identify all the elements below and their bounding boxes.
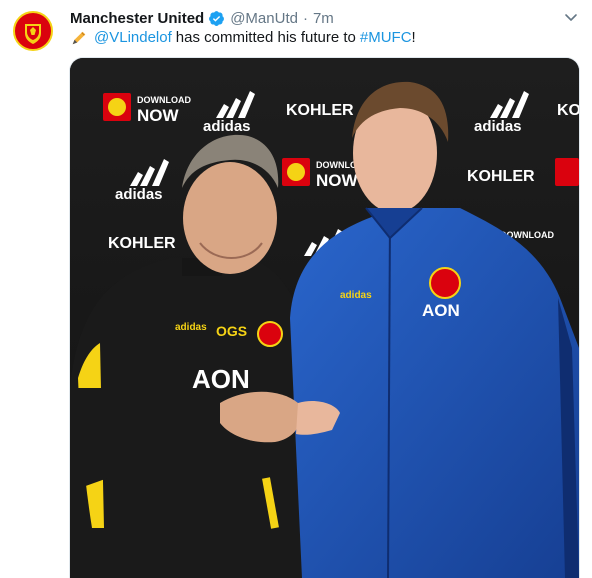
now-label-2: NOW [316,171,359,190]
timestamp[interactable]: 7m [313,10,334,27]
mention-link[interactable]: @VLindelof [94,28,172,48]
tweet-text: @VLindelof has committed his future to #… [70,28,416,48]
separator-dot: · [302,9,308,27]
svg-text:adidas: adidas [340,290,372,301]
svg-text:AON: AON [422,301,460,320]
avatar[interactable] [10,8,56,54]
signing-photo: DOWNLOAD NOW adidas KOHLER adidas KOHLER… [70,58,579,578]
backdrop-download-logo: DOWNLOAD NOW [103,93,191,125]
kohler-label-edge: KOHLER [557,102,579,119]
tweet-end-text: ! [411,29,416,46]
tweet-card: Manchester United @ManUtd · 7m @VLindelo… [0,0,592,578]
tweet-body-text: has committed his future to [175,29,356,46]
chevron-down-icon[interactable] [564,10,578,24]
tweet-photo[interactable]: DOWNLOAD NOW adidas KOHLER adidas KOHLER… [69,57,580,578]
tweet-header: Manchester United @ManUtd · 7m [70,8,334,28]
club-crest-icon [11,9,55,53]
svg-text:adidas: adidas [175,322,207,333]
now-label: NOW [137,106,180,125]
adidas-label-3: adidas [115,186,163,203]
svg-text:OGS: OGS [216,323,247,339]
author-name[interactable]: Manchester United [70,10,204,27]
svg-text:AON: AON [192,364,250,394]
adidas-label-2: adidas [474,118,522,135]
kohler-label: KOHLER [286,102,354,119]
download-label: DOWNLOAD [137,95,191,105]
adidas-label: adidas [203,118,251,135]
kohler-label-3: KOHLER [108,235,176,252]
hashtag-link[interactable]: #MUFC [360,28,412,48]
pen-emoji-icon [72,31,86,45]
verified-badge-icon [209,10,225,26]
author-handle[interactable]: @ManUtd [230,10,298,27]
kohler-label-2: KOHLER [467,168,535,185]
